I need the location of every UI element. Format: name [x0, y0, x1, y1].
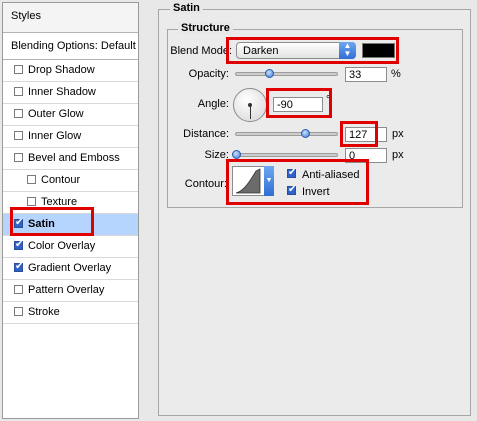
size-label: Size: [204, 149, 229, 161]
angle-center [248, 103, 252, 107]
opacity-label: Opacity: [188, 68, 229, 80]
opacity-unit: % [391, 68, 401, 80]
highlight-box-blend-mode [226, 37, 399, 64]
contour-label: Contour: [184, 178, 227, 190]
outer-glow-checkbox[interactable] [14, 109, 23, 118]
highlight-box-satin [10, 207, 94, 236]
styles-header-label: Styles [11, 10, 41, 22]
style-item-label: Outer Glow [28, 108, 84, 120]
styles-header[interactable]: Styles [3, 3, 138, 33]
drop-shadow-checkbox[interactable] [14, 65, 23, 74]
inner-glow-checkbox[interactable] [14, 131, 23, 140]
angle-dial[interactable] [233, 88, 267, 122]
size-slider-thumb[interactable] [232, 150, 241, 159]
style-item-inner-shadow[interactable]: Inner Shadow [3, 82, 138, 104]
style-item-label: Contour [41, 174, 81, 186]
style-item-label: Bevel and Emboss [28, 152, 120, 164]
angle-label: Angle: [197, 98, 229, 110]
distance-slider-thumb[interactable] [301, 129, 310, 138]
bevel-and-emboss-checkbox[interactable] [14, 153, 23, 162]
size-unit: px [392, 149, 404, 161]
style-item-gradient-overlay[interactable]: Gradient Overlay [3, 258, 138, 280]
size-slider[interactable] [235, 153, 338, 157]
style-item-outer-glow[interactable]: Outer Glow [3, 104, 138, 126]
inner-shadow-checkbox[interactable] [14, 87, 23, 96]
style-item-pattern-overlay[interactable]: Pattern Overlay [3, 280, 138, 302]
style-item-stroke[interactable]: Stroke [3, 302, 138, 324]
structure-title: Structure [178, 22, 233, 34]
highlight-box-distance [340, 121, 378, 147]
angle-indicator [250, 105, 251, 119]
style-item-label: Inner Shadow [28, 86, 96, 98]
style-item-contour[interactable]: Contour [3, 170, 138, 192]
stroke-checkbox[interactable] [14, 307, 23, 316]
style-item-label: Pattern Overlay [28, 284, 105, 296]
distance-unit: px [392, 128, 404, 140]
opacity-input[interactable]: 33 [345, 67, 387, 82]
satin-title: Satin [170, 2, 203, 14]
distance-label: Distance: [183, 128, 229, 140]
style-item-label: Gradient Overlay [28, 262, 112, 274]
gradient-overlay-checkbox[interactable] [14, 261, 23, 273]
style-item-label: Color Overlay [28, 240, 96, 252]
pattern-overlay-checkbox[interactable] [14, 285, 23, 294]
style-item-color-overlay[interactable]: Color Overlay [3, 236, 138, 258]
style-item-label: Drop Shadow [28, 64, 95, 76]
style-item-drop-shadow[interactable]: Drop Shadow [3, 60, 138, 82]
distance-slider[interactable] [235, 132, 338, 136]
texture-checkbox[interactable] [27, 197, 36, 206]
opacity-slider-thumb[interactable] [265, 69, 274, 78]
blending-options-label: Blending Options: Default [11, 40, 136, 52]
color-overlay-checkbox[interactable] [14, 239, 23, 251]
highlight-box-angle [266, 88, 332, 118]
highlight-box-contour [226, 159, 369, 205]
blending-options-item[interactable]: Blending Options: Default [3, 34, 138, 60]
blend-mode-label: Blend Mode: [170, 45, 232, 57]
style-item-label: Inner Glow [28, 130, 82, 142]
opacity-slider[interactable] [235, 72, 338, 76]
style-item-inner-glow[interactable]: Inner Glow [3, 126, 138, 148]
style-item-label: Stroke [28, 306, 60, 318]
style-item-bevel-and-emboss[interactable]: Bevel and Emboss [3, 148, 138, 170]
contour-checkbox[interactable] [27, 175, 36, 184]
